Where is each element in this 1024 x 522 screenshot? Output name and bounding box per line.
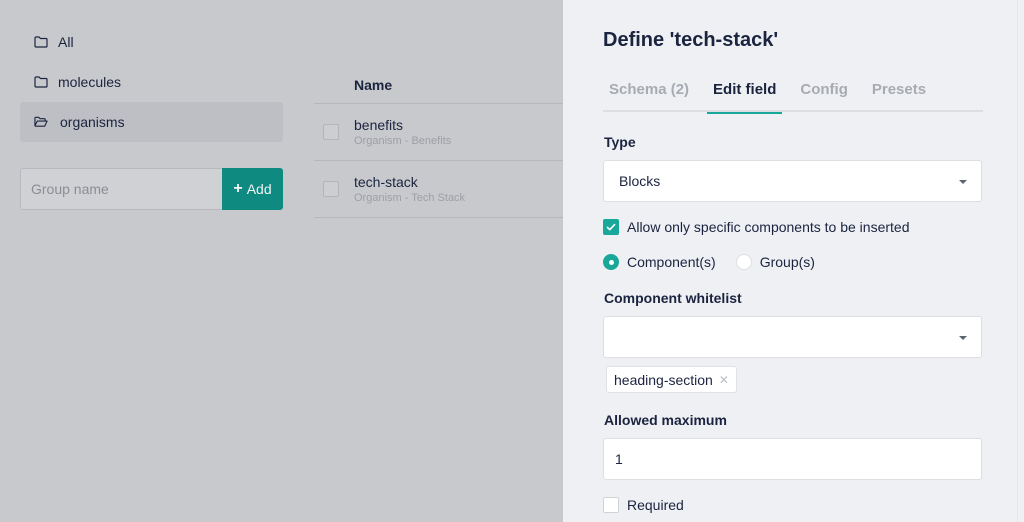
required-option[interactable]: Required <box>603 497 684 513</box>
radio-button-selected[interactable] <box>603 254 619 270</box>
group-item-all[interactable]: All <box>20 22 283 62</box>
whitelist-chip-label: heading-section <box>614 371 713 388</box>
row-subtitle: Organism - Benefits <box>354 134 452 147</box>
table-row[interactable]: benefits Organism - Benefits <box>314 104 563 161</box>
table-row[interactable]: tech-stack Organism - Tech Stack <box>314 161 563 218</box>
radio-button-unselected[interactable] <box>735 254 752 270</box>
row-checkbox[interactable] <box>323 124 339 140</box>
type-select[interactable]: Blocks <box>603 160 982 202</box>
add-group-button[interactable]: + Add <box>222 168 283 210</box>
whitelist-type-radio-group: Component(s) Group(s) <box>603 254 835 270</box>
group-list: All molecules organisms <box>20 22 283 142</box>
panel-tabs: Schema (2) Edit field Config Presets <box>603 78 983 114</box>
row-checkbox[interactable] <box>323 181 339 197</box>
panel-scrollbar[interactable] <box>1017 0 1018 522</box>
remove-chip-icon[interactable]: ✕ <box>719 373 729 387</box>
whitelist-chip: heading-section ✕ <box>606 366 737 393</box>
type-label: Type <box>604 134 636 150</box>
panel-title: Define 'tech-stack' <box>603 29 779 51</box>
restrict-components-option[interactable]: Allow only specific components to be ins… <box>603 219 909 235</box>
add-group-form: + Add <box>20 168 283 210</box>
group-item-molecules[interactable]: molecules <box>20 62 283 102</box>
tab-config[interactable]: Config <box>794 78 853 112</box>
add-button-label: Add <box>246 181 272 197</box>
group-label: molecules <box>58 74 122 90</box>
allowed-maximum-input[interactable] <box>603 438 982 480</box>
required-checkbox[interactable] <box>603 497 619 513</box>
group-item-organisms[interactable]: organisms <box>20 102 283 142</box>
restrict-components-label: Allow only specific components to be ins… <box>627 219 910 235</box>
row-text: tech-stack Organism - Tech Stack <box>354 174 465 205</box>
column-name-header[interactable]: Name <box>354 77 392 93</box>
row-name: benefits <box>354 116 404 133</box>
group-label: All <box>58 34 74 50</box>
row-text: benefits Organism - Benefits <box>354 117 451 148</box>
row-subtitle: Organism - Tech Stack <box>354 191 466 204</box>
radio-components-label: Component(s) <box>627 254 716 270</box>
tab-edit-field[interactable]: Edit field <box>707 78 783 114</box>
folder-icon <box>34 76 48 88</box>
caret-down-icon <box>959 180 967 184</box>
component-whitelist-select[interactable] <box>603 316 982 358</box>
allowed-maximum-label: Allowed maximum <box>604 412 727 428</box>
required-label: Required <box>627 497 684 513</box>
caret-down-icon <box>959 336 967 340</box>
group-name-input[interactable] <box>20 168 222 210</box>
table-header: Name <box>314 66 563 104</box>
components-table: Name benefits Organism - Benefits tech-s… <box>314 66 563 218</box>
checkmark-icon <box>606 223 616 231</box>
component-whitelist-label: Component whitelist <box>604 290 742 306</box>
tab-presets[interactable]: Presets <box>866 78 932 112</box>
tab-schema[interactable]: Schema (2) <box>603 78 695 112</box>
type-select-value: Blocks <box>619 173 661 189</box>
group-label: organisms <box>60 114 125 130</box>
radio-groups[interactable]: Group(s) <box>735 254 815 270</box>
radio-groups-label: Group(s) <box>759 254 815 270</box>
plus-icon: + <box>233 180 243 197</box>
define-component-panel: Define 'tech-stack' Schema (2) Edit fiel… <box>563 0 1024 522</box>
row-name: tech-stack <box>354 173 418 190</box>
folder-open-icon <box>34 116 48 128</box>
folder-icon <box>34 36 48 48</box>
restrict-components-checkbox[interactable] <box>603 219 619 235</box>
background-overlay[interactable]: All molecules organisms + Add Name <box>0 0 563 522</box>
radio-components[interactable]: Component(s) <box>603 254 716 270</box>
